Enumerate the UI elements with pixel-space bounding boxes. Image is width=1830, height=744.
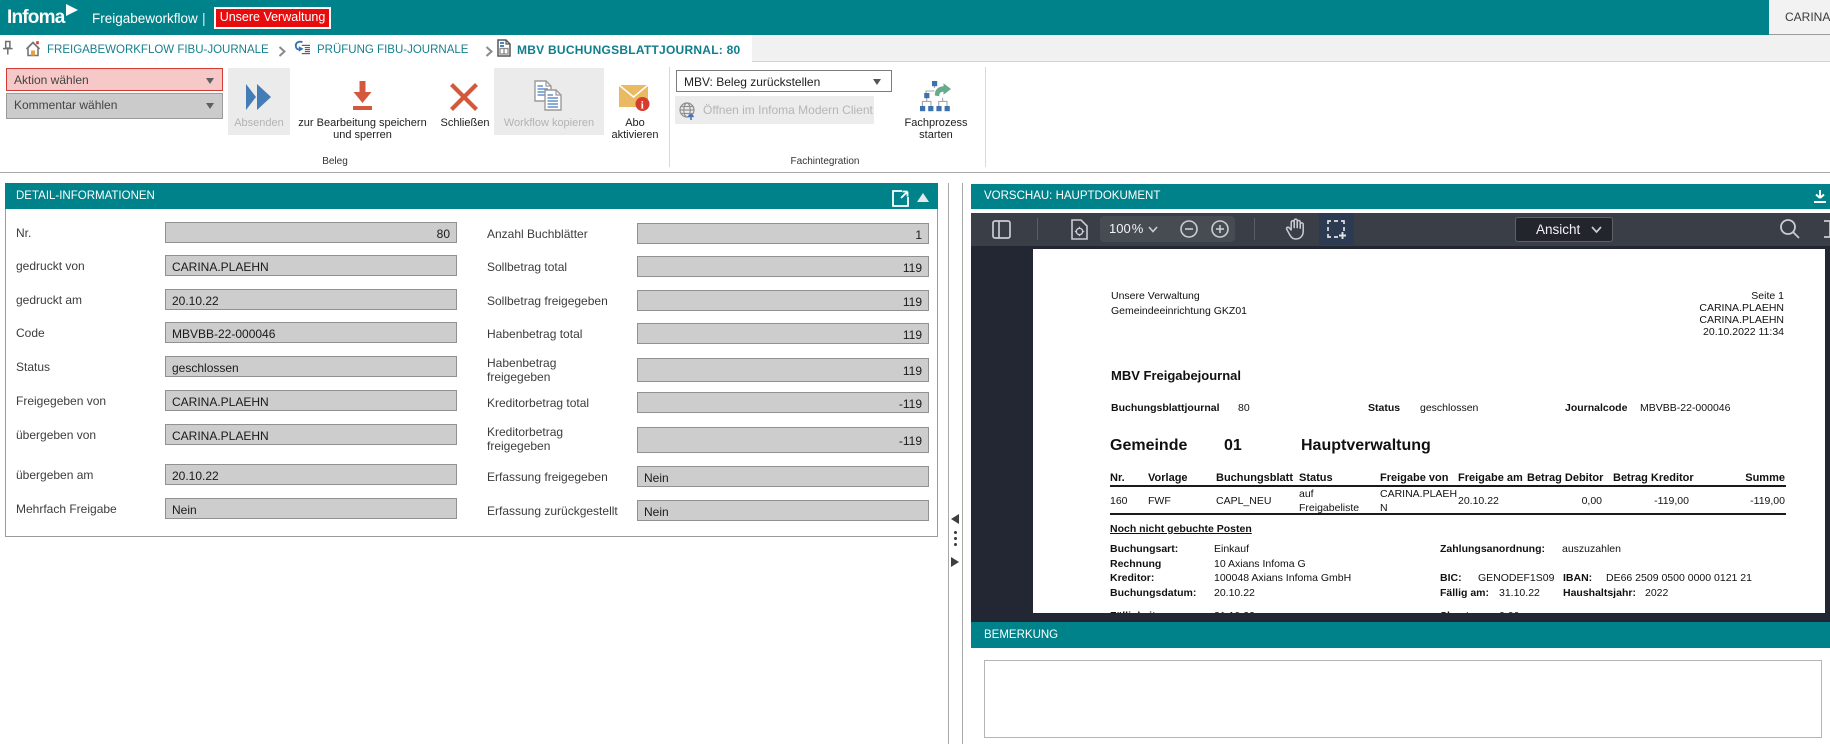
svg-text:i: i <box>641 100 644 112</box>
